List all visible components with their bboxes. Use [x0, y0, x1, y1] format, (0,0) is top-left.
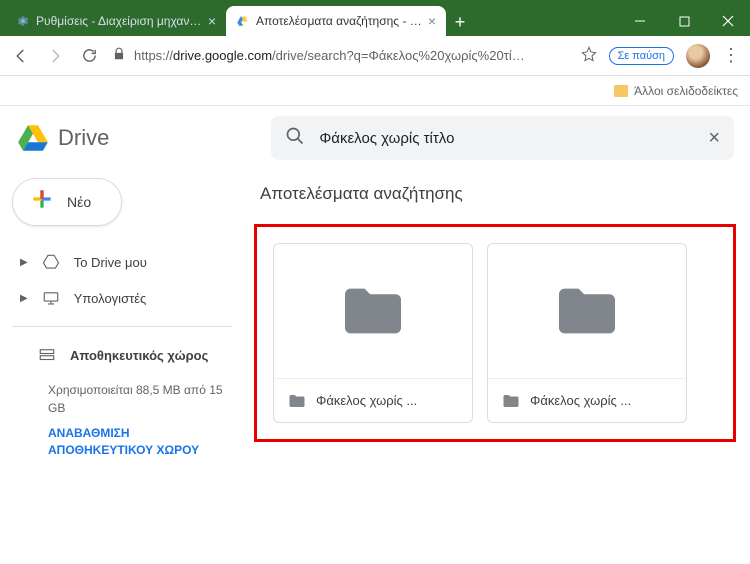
close-icon[interactable]: × — [428, 13, 436, 29]
new-tab-button[interactable]: + — [446, 8, 474, 36]
plus-icon — [29, 186, 55, 219]
tab-2[interactable]: Αποτελέσματα αναζήτησης - Go × — [226, 6, 446, 36]
upgrade-storage-link[interactable]: ΑΝΑΒΑΘΜΙΣΗ ΑΠΟΘΗΚΕΥΤΙΚΟΥ ΧΩΡΟΥ — [48, 425, 232, 459]
tab-title: Ρυθμίσεις - Διαχείριση μηχανών — [36, 14, 202, 28]
other-bookmarks[interactable]: Άλλοι σελιδοδείκτες — [634, 84, 738, 98]
bookmarks-bar: Άλλοι σελιδοδείκτες — [0, 76, 750, 106]
reload-button[interactable] — [78, 45, 100, 67]
new-button-label: Νέο — [67, 194, 91, 210]
minimize-button[interactable] — [618, 6, 662, 36]
new-button[interactable]: Νέο — [12, 178, 122, 226]
browser-titlebar: Ρυθμίσεις - Διαχείριση μηχανών × Αποτελέ… — [0, 0, 750, 36]
folder-footer: Φάκελος χωρίς ... — [274, 378, 472, 422]
back-button[interactable] — [10, 45, 32, 67]
folder-icon — [288, 393, 306, 409]
search-box[interactable]: × — [271, 116, 734, 160]
folder-card[interactable]: Φάκελος χωρίς ... — [273, 243, 473, 423]
drive-logo[interactable]: Drive — [16, 121, 109, 155]
divider — [12, 326, 232, 327]
computers-icon — [42, 289, 60, 307]
results-title: Αποτελέσματα αναζήτησης — [254, 170, 736, 224]
mydrive-icon — [42, 253, 60, 271]
drive-icon — [236, 14, 250, 28]
folder-preview — [488, 244, 686, 378]
tab-title: Αποτελέσματα αναζήτησης - Go — [256, 14, 422, 28]
sidebar-item-mydrive[interactable]: ▶ Το Drive μου — [12, 244, 232, 280]
sidebar-label: Υπολογιστές — [74, 291, 147, 306]
clear-search-icon[interactable]: × — [708, 127, 720, 150]
tab-strip: Ρυθμίσεις - Διαχείριση μηχανών × Αποτελέ… — [0, 0, 618, 36]
drive-logo-icon — [16, 121, 50, 155]
folder-icon — [502, 393, 520, 409]
drive-header: Drive × — [0, 106, 750, 170]
folder-icon — [552, 283, 622, 339]
window-controls — [618, 6, 750, 36]
storage-text: Χρησιμοποιείται 88,5 MB από 15 GB — [48, 381, 232, 417]
chevron-right-icon: ▶ — [20, 257, 28, 268]
main-area: Αποτελέσματα αναζήτησης Φάκελος χωρίς ..… — [240, 170, 750, 564]
storage-icon — [38, 346, 56, 364]
address-bar[interactable]: https://drive.google.com/drive/search?q=… — [112, 46, 597, 65]
lock-icon — [112, 47, 126, 64]
results-highlight: Φάκελος χωρίς ... Φάκελος χωρίς ... — [254, 224, 736, 442]
sidebar: Νέο ▶ Το Drive μου ▶ Υπολογιστές Αποθηκε… — [0, 170, 240, 564]
folder-card[interactable]: Φάκελος χωρίς ... — [487, 243, 687, 423]
drive-brand: Drive — [58, 125, 109, 151]
avatar[interactable] — [686, 44, 710, 68]
folder-preview — [274, 244, 472, 378]
search-input[interactable] — [319, 130, 694, 147]
close-window-button[interactable] — [706, 6, 750, 36]
forward-button[interactable] — [44, 45, 66, 67]
folder-icon — [614, 85, 628, 97]
url-text: https://drive.google.com/drive/search?q=… — [134, 48, 573, 63]
menu-icon[interactable]: ⋮ — [722, 45, 740, 66]
tab-1[interactable]: Ρυθμίσεις - Διαχείριση μηχανών × — [6, 6, 226, 36]
pause-badge[interactable]: Σε παύση — [609, 47, 674, 65]
url-bar: https://drive.google.com/drive/search?q=… — [0, 36, 750, 76]
star-icon[interactable] — [581, 46, 597, 65]
sidebar-item-computers[interactable]: ▶ Υπολογιστές — [12, 280, 232, 316]
folder-icon — [338, 283, 408, 339]
sidebar-label: Το Drive μου — [74, 255, 147, 270]
search-icon — [285, 126, 305, 151]
folder-name: Φάκελος χωρίς ... — [530, 393, 631, 408]
storage-usage: Χρησιμοποιείται 88,5 MB από 15 GB ΑΝΑΒΑΘ… — [12, 373, 232, 459]
folder-footer: Φάκελος χωρίς ... — [488, 378, 686, 422]
maximize-button[interactable] — [662, 6, 706, 36]
chevron-right-icon: ▶ — [20, 293, 28, 304]
close-icon[interactable]: × — [208, 13, 216, 29]
folder-name: Φάκελος χωρίς ... — [316, 393, 417, 408]
drive-body: Νέο ▶ Το Drive μου ▶ Υπολογιστές Αποθηκε… — [0, 170, 750, 564]
sidebar-label: Αποθηκευτικός χώρος — [70, 348, 208, 363]
sidebar-item-storage[interactable]: Αποθηκευτικός χώρος — [12, 337, 232, 373]
settings-icon — [16, 14, 30, 28]
